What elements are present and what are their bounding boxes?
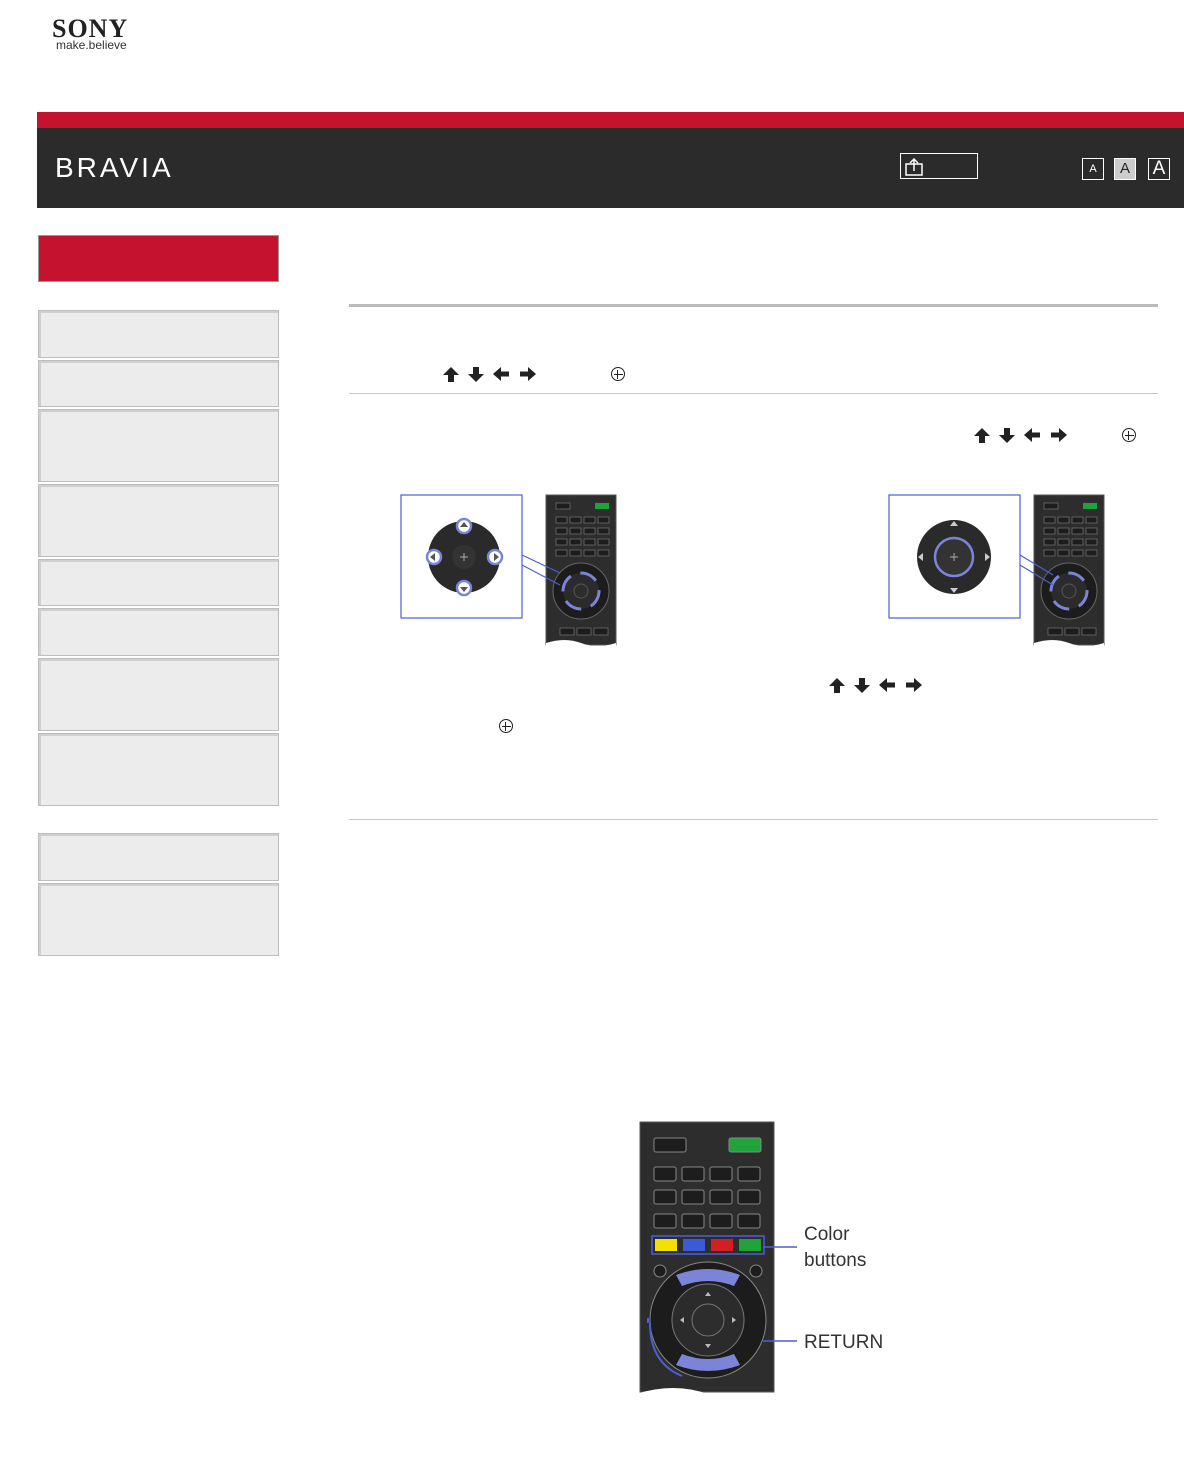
section-divider [349,819,1158,820]
sidebar-item[interactable] [38,310,279,358]
enter-icon [499,719,513,733]
enter-icon [1122,428,1136,442]
sidebar-item[interactable] [38,883,279,956]
remote-arrow-buttons-illustration [400,494,617,649]
sidebar-item[interactable] [38,559,279,606]
return-label: RETURN [804,1332,884,1353]
callout-lines [763,1246,797,1342]
sidebar-item[interactable] [38,409,279,482]
color-buttons-label: Color buttons [804,1224,867,1271]
arrow-keys-icon [974,428,1067,443]
header-bar [37,128,1184,208]
bravia-title: BRAVIA [55,152,174,183]
sidebar-active-item[interactable] [38,235,279,282]
sidebar-item[interactable] [38,733,279,806]
font-size-small-button[interactable]: A [1082,158,1104,180]
sidebar-item[interactable] [38,484,279,557]
arrow-keys-icon [443,367,536,382]
sidebar-item[interactable] [38,833,279,881]
remote-enter-button-illustration [888,494,1105,649]
section-divider [349,304,1158,307]
sidebar-item[interactable] [38,608,279,656]
sony-tagline: make.believe [56,38,127,52]
font-size-large-button[interactable]: A [1148,158,1170,180]
arrow-keys-icon [829,678,922,693]
enter-icon [611,367,625,381]
sidebar-item[interactable] [38,360,279,407]
home-icon [905,157,923,176]
sidebar-item[interactable] [38,658,279,731]
section-divider [349,393,1158,394]
remote-control-illustration [636,1121,782,1400]
font-size-medium-button[interactable]: A [1114,158,1136,180]
home-button[interactable] [900,153,978,179]
brand-red-bar [37,112,1184,128]
